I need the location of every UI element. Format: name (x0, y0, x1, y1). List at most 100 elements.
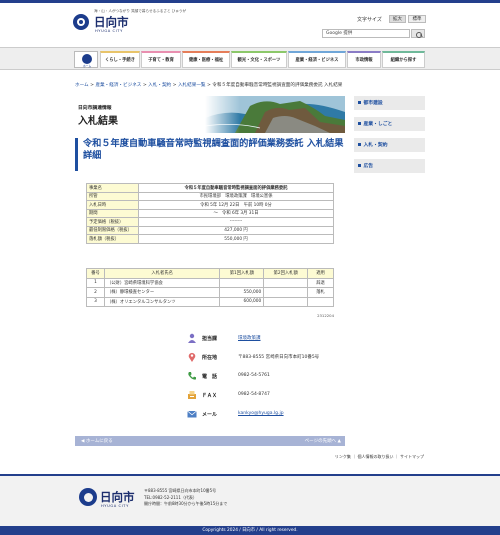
table-header-row: 番号 入札者氏名 第1回入札額 第2回入札額 適用 (86, 268, 334, 279)
nav-home-button[interactable]: ホーム (74, 51, 98, 68)
table-row: 入札日時 令和 5年 12月 22日 午前 10時 0分 (86, 200, 334, 210)
info-value: 令和 5年 12月 22日 午前 10時 0分 (138, 200, 334, 210)
sidebar-item-bidding[interactable]: 入札・契約 (354, 138, 425, 153)
location-pin-icon (188, 352, 196, 362)
site-footer: 日向市 HYUGA CITY 〒883-8555 宮崎県日向市本町10番5号 T… (0, 474, 500, 526)
bidder-name: （公財）宮崎県環境科学協会 (103, 277, 221, 288)
breadcrumb-industry[interactable]: 産業・経済・ビジネス (95, 83, 141, 88)
contact-label: ＦＡＸ (202, 393, 218, 399)
col-header-note: 適用 (307, 268, 334, 279)
person-icon (188, 333, 196, 343)
bid-number: 2 (86, 287, 105, 298)
contact-label: 電 話 (202, 374, 218, 380)
contact-row: メール kankyo@hyuga.lg.jp (182, 406, 322, 425)
bid-round1: 600,000 (219, 296, 265, 307)
bid-info-table: 事業名 令和５年度自動車騒音常時監視調査面的評価業務委託 所管 市民環境部 環境… (86, 183, 334, 244)
contact-address: 〒883-8555 宮崎県日向市本町10番5号 (238, 355, 320, 360)
col-header-round2: 第2回入札額 (263, 268, 309, 279)
contact-label: メール (202, 412, 218, 418)
bid-note (307, 296, 334, 307)
footer-address-block: 〒883-8555 宮崎県日向市本町10番5号 TEL:0982-52-2111… (144, 488, 227, 508)
bidder-name: （株）オリエンタルコンサルタンツ (103, 296, 221, 307)
page-banner: 日向市調達情報 入札結果 (75, 96, 345, 133)
info-key: 所管 (86, 191, 139, 201)
contact-row: 所在地 〒883-8555 宮崎県日向市本町10番5号 (182, 349, 322, 368)
table-row: 1 （公財）宮崎県環境科学協会 辞退 (86, 277, 334, 288)
info-value: ～ 令和 6年 3月 31日 (138, 208, 334, 218)
bid-note: 辞退 (307, 277, 334, 288)
breadcrumb-sep: > (171, 83, 178, 88)
info-value: 427,000 円 (138, 225, 334, 235)
footer-links[interactable]: リンク集 ｜ 個人情報の取り扱い ｜ サイトマップ (0, 454, 424, 460)
table-row: 予定価格（税抜） -------- (86, 217, 334, 227)
sidebar-item-ads[interactable]: 広告 (354, 159, 425, 174)
table-row: 所管 市民環境部 環境政策課 環境公害係 (86, 191, 334, 201)
contact-row: ＦＡＸ 0982-54-8747 (182, 387, 322, 406)
banner-title: 入札結果 (78, 116, 118, 127)
info-value: 550,000 円 (138, 234, 334, 244)
page-title: 令和５年度自動車騒音常時監視調査面的評価業務委託 入札結果 詳細 (83, 138, 344, 161)
contact-email-link[interactable]: kankyo@hyuga.lg.jp (238, 411, 284, 416)
col-header-number: 番号 (86, 268, 105, 279)
footer-logo-name: 日向市 (100, 490, 135, 504)
contact-phone: 0982-54-5761 (238, 373, 270, 378)
contact-fax: 0982-54-8747 (238, 392, 270, 397)
sidebar-item-industry-jobs[interactable]: 産業・しごと (354, 117, 425, 132)
sidebar-item-urban[interactable]: 都市建設 (354, 96, 425, 111)
coastline-photo (205, 96, 345, 133)
nav-item-city-admin[interactable]: 市政情報 (347, 51, 381, 68)
site-logo-name[interactable]: 日向市 (94, 14, 129, 30)
bid-number: 3 (86, 296, 105, 307)
back-to-home-link[interactable]: ◀ ホームに戻る (81, 438, 113, 444)
footer-hours: 開庁時間：午前8時30分から午後5時15分まで (144, 501, 228, 506)
table-row: 落札額（税抜） 550,000 円 (86, 234, 334, 244)
bid-note: 落札 (307, 287, 334, 298)
info-key: 落札額（税抜） (86, 234, 139, 244)
info-key: 入札日時 (86, 200, 139, 210)
nav-item-organization[interactable]: 組織から探す (382, 51, 425, 68)
bid-round2 (263, 277, 309, 288)
contact-row: 担当課 環境政策課 (182, 330, 322, 349)
banner-subtitle: 日向市調達情報 (78, 106, 112, 111)
bid-round1 (219, 277, 265, 288)
font-size-label: 文字サイズ (357, 17, 382, 23)
contact-label: 所在地 (202, 355, 218, 361)
breadcrumb-bidding[interactable]: 入札・契約 (148, 83, 171, 88)
copyright: Copyrights 2024 / 日向市 / All right reserv… (0, 526, 500, 535)
nav-item-living[interactable]: くらし・手続き (100, 51, 140, 68)
home-icon (82, 54, 92, 64)
department-link[interactable]: 環境政策課 (238, 335, 261, 341)
nav-item-health[interactable]: 健康・医療・福祉 (182, 51, 230, 68)
nav-item-industry[interactable]: 産業・経済・ビジネス (288, 51, 346, 68)
bidders-table: 番号 入札者氏名 第1回入札額 第2回入札額 適用 1 （公財）宮崎県環境科学協… (86, 268, 334, 307)
info-value: 令和５年度自動車騒音常時監視調査面的評価業務委託 (138, 183, 334, 193)
nav-home-label: ホーム (82, 64, 92, 68)
page-top-link[interactable]: ページの先頭へ ▲ (305, 438, 341, 444)
search-icon[interactable] (411, 29, 425, 38)
info-key: 期間 (86, 208, 139, 218)
bid-round1: 550,000 (219, 287, 265, 298)
table-row: 最低制限価格（税抜） 427,000 円 (86, 225, 334, 235)
breadcrumb: ホーム > 産業・経済・ビジネス > 入札・契約 > 入札結果一覧 > 令和５年… (75, 82, 342, 88)
nav-item-childcare[interactable]: 子育て・教育 (141, 51, 181, 68)
footer-address: 〒883-8555 宮崎県日向市本町10番5号 (144, 488, 217, 493)
bidder-name: （株）静環検査センター (103, 287, 221, 298)
nav-item-tourism[interactable]: 観光・文化・スポーツ (231, 51, 287, 68)
font-size-large-button[interactable]: 拡大 (389, 15, 406, 23)
table-row: 2 （株）静環検査センター 550,000 落札 (86, 287, 334, 298)
mail-icon (187, 410, 197, 418)
table-row: 3 （株）オリエンタルコンサルタンツ 600,000 (86, 296, 334, 307)
record-code: 2312204 (317, 313, 334, 318)
footer-logo-roman: HYUGA CITY (101, 504, 129, 508)
footer-logo-icon (79, 488, 97, 506)
breadcrumb-results[interactable]: 入札結果一覧 (178, 83, 206, 88)
font-size-standard-button[interactable]: 標準 (408, 15, 426, 23)
search-input[interactable]: Google 提供 (322, 29, 410, 38)
contact-row: 電 話 0982-54-5761 (182, 368, 322, 387)
breadcrumb-home[interactable]: ホーム (75, 83, 89, 88)
col-header-bidder: 入札者氏名 (103, 268, 221, 279)
info-value: 市民環境部 環境政策課 環境公害係 (138, 191, 334, 201)
city-logo-icon[interactable] (73, 14, 89, 30)
table-row: 期間 ～ 令和 6年 3月 31日 (86, 208, 334, 218)
info-key: 予定価格（税抜） (86, 217, 139, 227)
